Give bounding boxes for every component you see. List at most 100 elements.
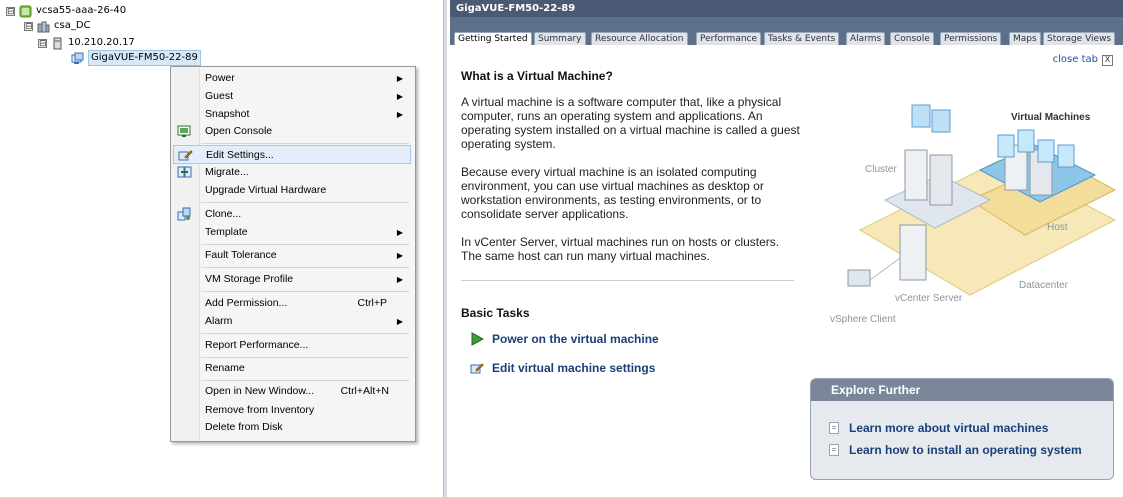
tree-node-label: 10.210.20.17 xyxy=(68,37,135,48)
explore-further-heading: Explore Further xyxy=(811,379,1113,401)
submenu-arrow-icon: ▶ xyxy=(396,317,403,326)
collapse-toggle[interactable]: ⊟ xyxy=(6,6,15,16)
menu-item-fault-tolerance[interactable]: Fault Tolerance ▶ xyxy=(173,246,411,265)
menu-separator xyxy=(201,291,409,292)
document-icon xyxy=(829,444,839,456)
play-icon xyxy=(471,332,484,346)
tree-node-label: vcsa55-aaa-26-40 xyxy=(36,5,127,16)
close-tab-link[interactable]: close tab X xyxy=(1053,54,1113,66)
menu-item-label: Power xyxy=(205,72,235,84)
menu-item-label: Upgrade Virtual Hardware xyxy=(205,184,327,196)
menu-item-label: Fault Tolerance xyxy=(205,249,277,261)
collapse-toggle[interactable]: ⊟ xyxy=(24,21,33,31)
vm-context-menu: Power ▶ Guest ▶ Snapshot ▶ Open Console … xyxy=(170,66,416,442)
tree-node-vm[interactable]: GigaVUE-FM50-22-89 xyxy=(71,50,201,66)
tab-resource-allocation[interactable]: Resource Allocation xyxy=(591,32,688,45)
diagram-label-cluster: Cluster xyxy=(865,164,897,175)
menu-separator xyxy=(201,333,409,334)
pane-splitter[interactable] xyxy=(443,0,447,497)
tab-performance[interactable]: Performance xyxy=(696,32,762,45)
menu-item-delete-from-disk[interactable]: Delete from Disk xyxy=(173,418,411,437)
page-heading: What is a Virtual Machine? xyxy=(461,69,613,83)
menu-item-clone[interactable]: Clone... xyxy=(173,205,411,224)
menu-separator xyxy=(201,357,409,358)
diagram-label-datacenter: Datacenter xyxy=(1019,280,1068,291)
tab-alarms[interactable]: Alarms xyxy=(846,32,886,45)
menu-separator xyxy=(201,380,409,381)
link-install-os[interactable]: Learn how to install an operating system xyxy=(829,443,1082,457)
menu-separator xyxy=(201,202,409,203)
menu-item-vm-storage-profile[interactable]: VM Storage Profile ▶ xyxy=(173,270,411,289)
menu-item-open-new-window[interactable]: Open in New Window... Ctrl+Alt+N xyxy=(173,382,411,401)
submenu-arrow-icon: ▶ xyxy=(396,275,403,284)
menu-item-power[interactable]: Power ▶ xyxy=(173,69,411,88)
tab-getting-started[interactable]: Getting Started xyxy=(454,32,532,46)
diagram-label-virtual-machines: Virtual Machines xyxy=(1011,112,1091,123)
link-learn-vms[interactable]: Learn more about virtual machines xyxy=(829,421,1048,435)
explore-further-panel: Explore Further Learn more about virtual… xyxy=(810,378,1114,480)
link-label: Learn more about virtual machines xyxy=(849,421,1049,435)
task-power-on[interactable]: Power on the virtual machine xyxy=(470,332,659,346)
menu-item-edit-settings[interactable]: Edit Settings... xyxy=(173,145,411,164)
tree-node-vcenter[interactable]: ⊟ vcsa55-aaa-26-40 xyxy=(6,4,126,18)
close-icon[interactable]: X xyxy=(1102,55,1113,66)
menu-item-upgrade-hardware[interactable]: Upgrade Virtual Hardware xyxy=(173,181,411,200)
paragraph-vcenter: In vCenter Server, virtual machines run … xyxy=(461,235,780,263)
menu-item-report-performance[interactable]: Report Performance... xyxy=(173,336,411,355)
tab-maps[interactable]: Maps xyxy=(1009,32,1041,45)
menu-item-label: Template xyxy=(205,226,248,238)
menu-item-label: Guest xyxy=(205,90,234,102)
submenu-arrow-icon: ▶ xyxy=(396,92,403,101)
menu-item-rename[interactable]: Rename xyxy=(173,359,411,378)
menu-separator xyxy=(201,143,409,144)
diagram-label-host: Host xyxy=(1047,222,1068,233)
tree-node-label: csa_DC xyxy=(54,20,91,31)
menu-separator xyxy=(201,244,409,245)
document-icon xyxy=(829,422,839,434)
task-label: Power on the virtual machine xyxy=(492,332,659,346)
tab-storage-views[interactable]: Storage Views xyxy=(1043,32,1116,45)
virtual-machine-icon xyxy=(71,52,84,64)
tab-summary[interactable]: Summary xyxy=(534,32,586,45)
close-tab-label: close tab xyxy=(1052,54,1098,65)
task-edit-settings[interactable]: Edit virtual machine settings xyxy=(470,361,655,375)
menu-item-migrate[interactable]: Migrate... xyxy=(173,163,411,182)
submenu-arrow-icon: ▶ xyxy=(396,228,403,237)
menu-item-shortcut: Ctrl+Alt+N xyxy=(340,385,389,397)
collapse-toggle[interactable]: ⊟ xyxy=(38,38,47,48)
menu-item-alarm[interactable]: Alarm ▶ xyxy=(173,312,411,331)
link-label: Learn how to install an operating system xyxy=(849,443,1082,457)
migrate-icon xyxy=(177,166,192,178)
paragraph-intro: A virtual machine is a software computer… xyxy=(461,95,800,151)
tab-console[interactable]: Console xyxy=(890,32,934,45)
tree-node-host[interactable]: ⊟ 10.210.20.17 xyxy=(38,36,135,50)
menu-item-label: Open Console xyxy=(205,125,273,137)
tab-permissions[interactable]: Permissions xyxy=(940,32,1002,45)
menu-item-label: Clone... xyxy=(205,208,242,220)
console-icon xyxy=(177,125,191,137)
clone-icon xyxy=(177,207,191,221)
tree-node-label: GigaVUE-FM50-22-89 xyxy=(88,50,201,66)
vcenter-icon xyxy=(19,5,32,17)
menu-item-shortcut: Ctrl+P xyxy=(357,297,387,309)
menu-item-template[interactable]: Template ▶ xyxy=(173,223,411,242)
menu-item-label: Migrate... xyxy=(205,166,249,178)
menu-separator xyxy=(201,267,409,268)
tab-tasks-events[interactable]: Tasks & Events xyxy=(764,32,840,45)
submenu-arrow-icon: ▶ xyxy=(396,74,403,83)
menu-item-add-permission[interactable]: Add Permission... Ctrl+P xyxy=(173,294,411,313)
menu-item-label: Delete from Disk xyxy=(205,421,283,433)
menu-item-label: Add Permission... xyxy=(205,297,288,309)
submenu-arrow-icon: ▶ xyxy=(396,251,403,260)
menu-item-open-console[interactable]: Open Console xyxy=(173,122,411,141)
menu-item-label: Open in New Window... xyxy=(205,385,315,397)
tree-node-datacenter[interactable]: ⊟ csa_DC xyxy=(24,19,91,33)
basic-tasks-heading: Basic Tasks xyxy=(461,306,530,320)
menu-item-guest[interactable]: Guest ▶ xyxy=(173,87,411,106)
edit-settings-icon xyxy=(470,363,484,374)
host-icon xyxy=(53,37,62,49)
menu-item-label: VM Storage Profile xyxy=(205,273,294,285)
edit-settings-icon xyxy=(178,150,193,161)
paragraph-isolation: Because every virtual machine is an isol… xyxy=(461,165,764,221)
menu-item-label: Rename xyxy=(205,362,245,374)
